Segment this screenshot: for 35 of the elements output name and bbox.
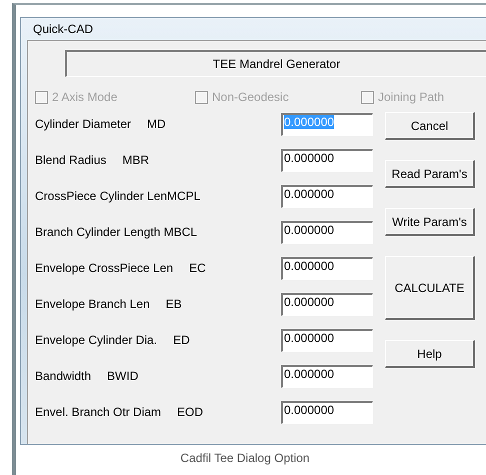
dialog-button[interactable]: Read Param's	[385, 160, 475, 188]
value-field[interactable]: 0.000000	[281, 400, 373, 424]
parameter-code: MBR	[122, 153, 150, 167]
dialog-button[interactable]: Cancel	[385, 112, 475, 140]
value-field[interactable]: 0.000000	[281, 292, 373, 316]
checkbox-label: Non-Geodesic	[212, 90, 289, 104]
parameter-label: Envel. Branch Otr Diam	[35, 405, 162, 419]
parameter-label: Cylinder Diameter	[35, 117, 132, 131]
parameter-label: Blend Radius	[35, 153, 106, 167]
parameter-label: Branch Cylinder Length MBCL	[35, 225, 198, 239]
dialog-header: TEE Mandrel Generator	[65, 50, 486, 77]
value-field[interactable]: 0.000000	[281, 184, 373, 208]
parameter-code: ED	[173, 333, 190, 347]
parameter-label: Envelope Cylinder Dia.	[35, 333, 158, 347]
parameter-code: MD	[147, 117, 166, 131]
dialog-button[interactable]: Help	[385, 340, 475, 368]
parameter-label: CrossPiece Cylinder LenMCPL	[35, 189, 200, 203]
checkbox-label: 2 Axis Mode	[52, 90, 118, 104]
parameter-label: Envelope CrossPiece Len	[35, 261, 174, 275]
parameter-code: EOD	[177, 405, 204, 419]
calculate-button[interactable]: CALCULATE	[385, 256, 475, 320]
parameter-label: Bandwidth	[35, 369, 92, 383]
parameter-code: BWID	[107, 369, 138, 383]
value-field[interactable]: 0.000000	[281, 256, 373, 280]
parameter-code: EB	[166, 297, 182, 311]
parameter-label: Envelope Branch Len	[35, 297, 150, 311]
dialog-button[interactable]: Write Param's	[385, 208, 475, 236]
parameter-code: EC	[189, 261, 206, 275]
value-field[interactable]: 0.000000	[281, 364, 373, 388]
figure-caption: Cadfil Tee Dialog Option	[179, 451, 311, 465]
value-field[interactable]: 0.000000	[281, 220, 373, 244]
checkbox-label: Joining Path	[378, 90, 444, 104]
value-field[interactable]: 0.000000	[281, 328, 373, 352]
window-title: Quick-CAD	[33, 22, 94, 36]
value-field[interactable]: 0.000000	[281, 148, 373, 172]
